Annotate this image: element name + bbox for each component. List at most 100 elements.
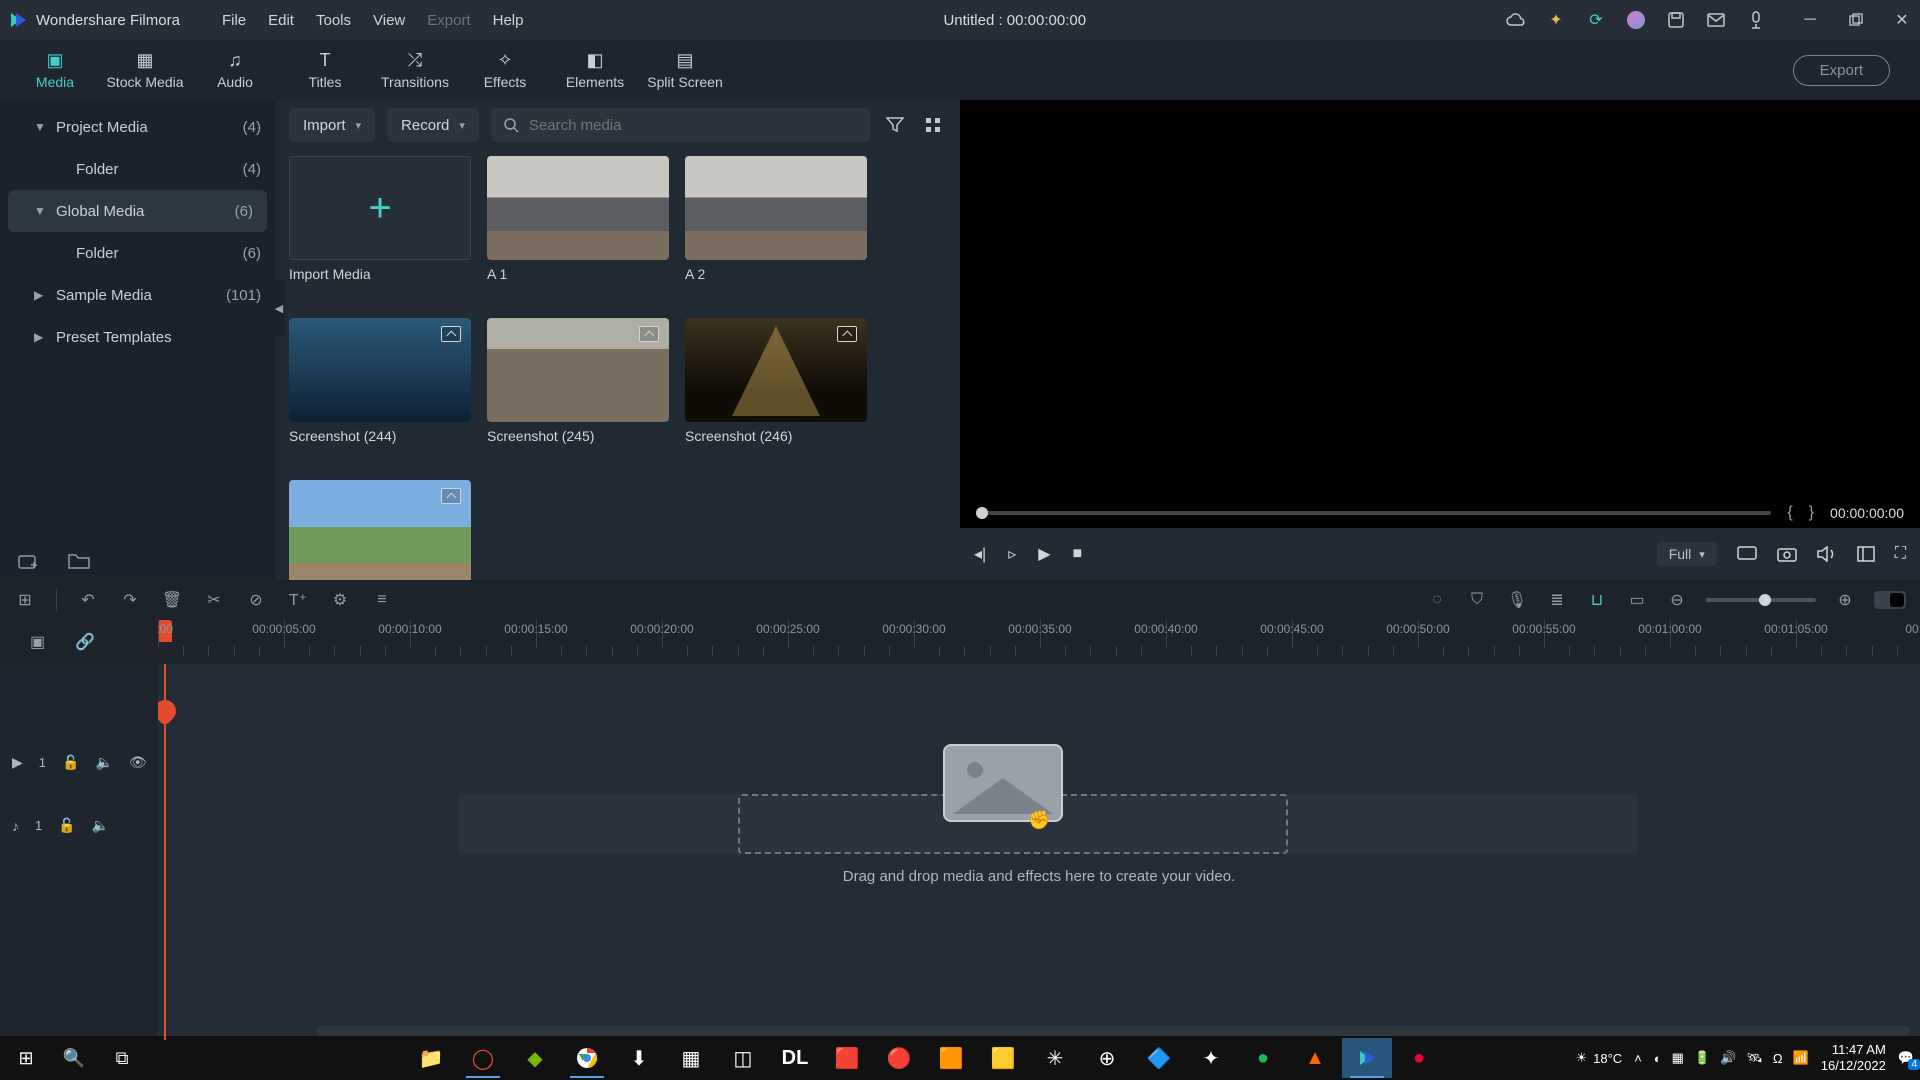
tab-media[interactable]: ▣Media <box>10 40 100 100</box>
lock-icon[interactable]: 🔓 <box>62 754 79 771</box>
tray-icon[interactable]: 🔋 <box>1694 1050 1710 1066</box>
record-dropdown[interactable]: Record▾ <box>387 108 479 142</box>
play-button[interactable]: ▶ <box>1038 544 1050 564</box>
sidebar-item-sample-media[interactable]: ▶Sample Media(101) <box>0 274 275 316</box>
weather-widget[interactable]: ☀18°C <box>1575 1050 1622 1066</box>
sidebar-item-global-media[interactable]: ▼Global Media(6) <box>8 190 267 232</box>
refresh-icon[interactable]: ⟳ <box>1586 10 1606 30</box>
tab-elements[interactable]: ◧Elements <box>550 40 640 100</box>
media-thumb[interactable] <box>487 318 669 422</box>
menu-view[interactable]: View <box>373 12 405 29</box>
app-generic-5[interactable]: 🟥 <box>822 1038 872 1078</box>
mute-icon[interactable]: 🔈 <box>92 817 109 834</box>
volume-icon[interactable] <box>1817 546 1837 562</box>
app-generic-7[interactable]: 🟧 <box>926 1038 976 1078</box>
mic-download-icon[interactable] <box>1746 10 1766 30</box>
new-folder-icon[interactable] <box>68 552 90 570</box>
app-filmora[interactable] <box>1342 1038 1392 1078</box>
timeline-ruler[interactable]: 00:0000:00:05:0000:00:10:0000:00:15:0000… <box>158 620 1920 664</box>
playhead-line[interactable] <box>164 664 166 1040</box>
mark-out-icon[interactable]: } <box>1809 504 1814 522</box>
tray-network-icon[interactable]: 🛰 <box>1746 1050 1763 1066</box>
close-button[interactable]: ✕ <box>1892 10 1912 30</box>
tab-stock-media[interactable]: ▦Stock Media <box>100 40 190 100</box>
shield-icon[interactable]: ⛉ <box>1466 591 1488 609</box>
app-generic-11[interactable]: 🔷 <box>1134 1038 1184 1078</box>
cloud-icon[interactable] <box>1506 10 1526 30</box>
stop-button[interactable]: ■ <box>1073 545 1083 563</box>
media-card[interactable]: A 2 <box>685 156 867 306</box>
playhead-grip[interactable] <box>158 695 181 726</box>
marker-icon[interactable]: ▭ <box>1626 590 1648 610</box>
eye-icon[interactable]: 👁 <box>129 754 147 771</box>
menu-file[interactable]: File <box>222 12 246 29</box>
delete-icon[interactable]: 🗑 <box>161 590 183 610</box>
tray-volume-icon[interactable]: 🔊 <box>1720 1050 1736 1066</box>
menu-tools[interactable]: Tools <box>316 12 351 29</box>
audio-wave-icon[interactable]: ≡ <box>371 591 393 609</box>
mixer-icon[interactable]: ≣ <box>1546 590 1568 610</box>
app-generic-2[interactable]: ▦ <box>666 1038 716 1078</box>
block-icon[interactable]: ⊘ <box>245 590 267 610</box>
maximize-button[interactable] <box>1846 10 1866 30</box>
zoom-knob[interactable] <box>1759 594 1771 606</box>
media-card[interactable]: A 1 <box>487 156 669 306</box>
app-generic-8[interactable]: 🟨 <box>978 1038 1028 1078</box>
playback-quality-dropdown[interactable]: Full▾ <box>1657 542 1717 566</box>
taskbar-clock[interactable]: 11:47 AM 16/12/2022 <box>1821 1042 1886 1073</box>
media-thumb[interactable] <box>289 318 471 422</box>
fullscreen-icon[interactable]: ⛶ <box>1895 545 1906 563</box>
save-icon[interactable] <box>1666 10 1686 30</box>
tab-effects[interactable]: ✧Effects <box>460 40 550 100</box>
zoom-in-icon[interactable]: ⊕ <box>1834 590 1856 610</box>
search-media[interactable] <box>491 108 870 142</box>
app-generic-10[interactable]: ⊕ <box>1082 1038 1132 1078</box>
preview-seek-track[interactable] <box>976 511 1771 515</box>
app-generic-3[interactable]: ◫ <box>718 1038 768 1078</box>
media-thumb[interactable] <box>685 318 867 422</box>
media-thumb[interactable] <box>289 480 471 580</box>
prev-frame-button[interactable]: ◂| <box>974 544 986 564</box>
layout-grid-icon[interactable]: ⊞ <box>14 590 36 610</box>
grid-view-icon[interactable] <box>920 112 946 138</box>
notifications-button[interactable]: 💬4 <box>1898 1050 1914 1066</box>
tray-language-icon[interactable]: Ω <box>1773 1051 1783 1066</box>
audio-track-header[interactable]: ♪ 1 🔓 🔈 <box>0 817 158 834</box>
text-tool-icon[interactable]: T⁺ <box>287 590 309 610</box>
sidebar-item-folder[interactable]: Folder(6) <box>0 232 275 274</box>
menu-edit[interactable]: Edit <box>268 12 294 29</box>
taskview-icon[interactable]: ⧉ <box>102 1038 142 1078</box>
import-thumb[interactable]: + <box>289 156 471 260</box>
cut-icon[interactable]: ✂ <box>203 590 225 610</box>
mail-icon[interactable] <box>1706 10 1726 30</box>
mute-icon[interactable]: 🔈 <box>95 754 112 771</box>
tracks-area[interactable]: ✊ Drag and drop media and effects here t… <box>158 664 1920 1040</box>
media-thumb[interactable] <box>487 156 669 260</box>
media-card[interactable]: Screenshot (246) <box>685 318 867 468</box>
filter-icon[interactable] <box>882 112 908 138</box>
app-generic-6[interactable]: 🔴 <box>874 1038 924 1078</box>
lock-icon[interactable]: 🔓 <box>58 817 75 834</box>
app-vlc[interactable]: ▲ <box>1290 1038 1340 1078</box>
minimize-button[interactable]: ─ <box>1800 10 1820 30</box>
collapse-sidebar-button[interactable]: ◀ <box>273 280 285 336</box>
link-icon[interactable]: 🔗 <box>75 632 95 652</box>
lightbulb-icon[interactable]: ✦ <box>1546 10 1566 30</box>
tab-transitions[interactable]: ⤮Transitions <box>370 40 460 100</box>
timeline-view-switch[interactable] <box>1874 591 1906 609</box>
sidebar-item-project-media[interactable]: ▼Project Media(4) <box>0 106 275 148</box>
menu-help[interactable]: Help <box>493 12 524 29</box>
tray-icon[interactable]: ◐ <box>1654 1051 1662 1066</box>
app-explorer[interactable]: 📁 <box>406 1038 456 1078</box>
tray-wifi-icon[interactable]: 📶 <box>1793 1050 1809 1066</box>
media-card[interactable] <box>289 480 471 580</box>
app-nvidia[interactable]: ◆ <box>510 1038 560 1078</box>
undo-icon[interactable]: ↶ <box>77 590 99 610</box>
tab-split-screen[interactable]: ▤Split Screen <box>640 40 730 100</box>
export-button[interactable]: Export <box>1793 55 1890 86</box>
search-taskbar-icon[interactable]: 🔍 <box>54 1038 94 1078</box>
import-media-card[interactable]: +Import Media <box>289 156 471 306</box>
play-reverse-button[interactable]: ▹ <box>1008 544 1016 564</box>
tab-titles[interactable]: TTitles <box>280 40 370 100</box>
app-generic-1[interactable]: ⬇ <box>614 1038 664 1078</box>
